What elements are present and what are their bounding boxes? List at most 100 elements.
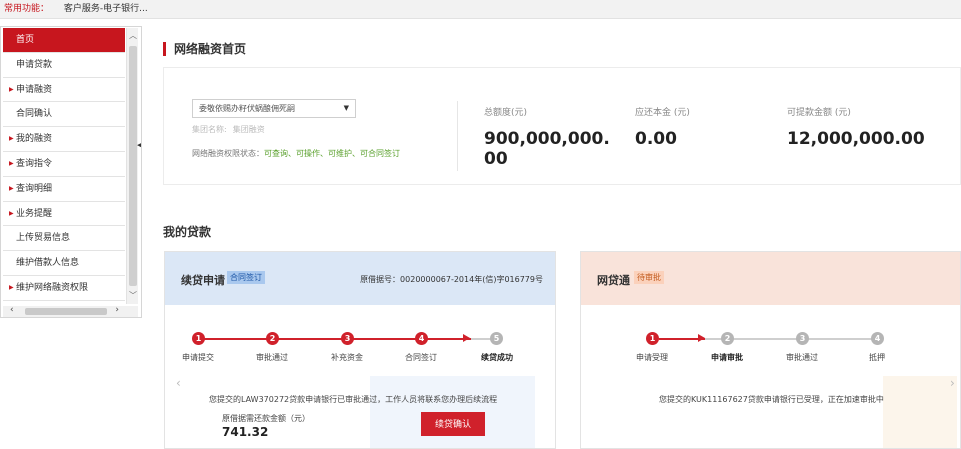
sidebar-item-label: 维护网络融资权限 [16, 282, 89, 293]
online-loan-card: 网贷通 待审批 1 2 3 4 申请受理 申请审批 审批通过 抵押 您提交的KU… [580, 251, 961, 449]
caret-down-icon: ▼ [343, 104, 349, 112]
sidebar-item-apply-financing[interactable]: ▶ 申请融资 [3, 77, 125, 103]
total-quota-label: 总额度(元) [484, 108, 528, 118]
sidebar-item-financing-permissions[interactable]: ▶ 维护网络融资权限 [3, 275, 125, 301]
step-dot: 3 [796, 332, 809, 345]
renewal-confirm-button[interactable]: 续贷确认 [421, 412, 485, 436]
group-name-label: 集团名称: [192, 125, 227, 134]
group-name: 集团名称: 集团融资 [192, 124, 265, 135]
sidebar-item-query-instructions[interactable]: ▶ 查询指令 [3, 151, 125, 177]
step-label: 申请受理 [636, 353, 668, 362]
chevron-left-icon[interactable]: ‹ [176, 376, 181, 390]
status-badge: 待审批 [634, 271, 664, 284]
principal-due-label: 应还本金 (元) [635, 108, 690, 118]
card-title: 续贷申请 [181, 274, 225, 287]
chevron-right-icon[interactable]: › [950, 376, 955, 390]
triangle-right-icon: ▶ [9, 283, 14, 291]
chevron-up-icon[interactable]: ︿ [127, 30, 139, 42]
step-dot: 4 [415, 332, 428, 345]
current-step-pointer-icon [698, 334, 705, 342]
sidebar-horizontal-scrollbar[interactable]: ‹ › [3, 305, 138, 317]
current-step-pointer-icon [463, 334, 470, 342]
quota-panel: 委敬依赐办籽伏蜗酿佣死嗣 ▼ 集团名称: 集团融资 网络融资权限状态：可查询、可操… [163, 67, 961, 185]
sidebar-item-apply-loan[interactable]: 申请贷款 [3, 52, 125, 78]
sidebar-item-label: 查询明细 [16, 183, 53, 194]
triangle-right-icon: ▶ [9, 184, 14, 192]
total-quota: 总额度(元) 900,000,000.00 [484, 105, 620, 169]
step-dot: 2 [266, 332, 279, 345]
step-label: 抵押 [869, 353, 885, 362]
common-functions-label: 常用功能： [4, 4, 50, 14]
permission-status: 网络融资权限状态：可查询、可操作、可维护、可合同签订 [192, 148, 400, 159]
triangle-right-icon: ▶ [9, 209, 14, 217]
select-value: 委敬依赐办籽伏蜗酿佣死嗣 [199, 104, 295, 113]
step-label: 申请审批 [711, 353, 743, 362]
step-dot: 4 [871, 332, 884, 345]
status-badge: 合同签订 [227, 271, 265, 284]
status-message: 您提交的KUK11167627贷款申请银行已受理，正在加速审批中 [659, 395, 884, 404]
chevron-right-icon[interactable]: › [115, 305, 119, 315]
sidebar-item-label: 申请融资 [16, 84, 53, 95]
sidebar-item-business-reminder[interactable]: ▶ 业务提醒 [3, 201, 125, 227]
sidebar-item-borrower-info[interactable]: 维护借款人信息 [3, 251, 125, 276]
my-loans-title: 我的贷款 [163, 225, 212, 239]
customer-select[interactable]: 委敬依赐办籽伏蜗酿佣死嗣 ▼ [192, 99, 356, 118]
sidebar-item-home[interactable]: 首页 [3, 28, 125, 53]
common-function-link[interactable]: 客户服务-电子银行... [64, 4, 148, 14]
divider [457, 101, 458, 171]
step-label: 续贷成功 [481, 353, 513, 362]
progress-steps: 1 2 3 4 申请受理 申请审批 审批通过 抵押 [581, 332, 960, 372]
sidebar-item-label: 我的融资 [16, 134, 53, 145]
step-dot: 3 [341, 332, 354, 345]
progress-steps: 1 2 3 4 5 申请提交 审批通过 补充资金 合同签订 续贷成功 [165, 332, 555, 372]
background-illustration [883, 376, 957, 448]
step-dot: 1 [192, 332, 205, 345]
card-header: 续贷申请 合同签订 原借据号：0020000067-2014年(信)字01677… [165, 252, 555, 305]
step-label: 审批通过 [786, 353, 818, 362]
available-amount: 可提款金额 (元) 12,000,000.00 [787, 105, 925, 149]
chevron-left-icon[interactable]: ‹ [10, 305, 14, 315]
step-dot: 5 [490, 332, 503, 345]
triangle-right-icon: ▶ [9, 135, 14, 143]
top-bar: 常用功能： 客户服务-电子银行... [0, 0, 961, 19]
sidebar-vertical-scrollbar[interactable]: ︿ ﹀ [126, 28, 138, 304]
sidebar: 首页 申请贷款 ▶ 申请融资 合同确认 ▶ 我的融资 ▶ 查询指令 ▶ 查询明细 ▶ 业务… [0, 26, 142, 318]
available-amount-value: 12,000,000.00 [787, 129, 925, 149]
repayment-amount-label: 原借据需还款金额（元） [222, 414, 310, 423]
permission-value: 可查询、可操作、可维护、可合同签订 [264, 149, 400, 158]
sidebar-item-label: 业务提醒 [16, 208, 53, 219]
sidebar-item-label: 上传贸易信息 [16, 233, 71, 244]
collapse-sidebar-icon[interactable]: ◀ [137, 141, 141, 149]
principal-due-value: 0.00 [635, 129, 677, 149]
scrollbar-thumb[interactable] [25, 308, 107, 315]
triangle-right-icon: ▶ [9, 159, 14, 167]
step-label: 审批通过 [256, 353, 288, 362]
group-name-value: 集团融资 [232, 125, 265, 134]
chevron-down-icon[interactable]: ﹀ [127, 290, 139, 302]
permission-label: 网络融资权限状态： [192, 149, 264, 158]
sidebar-item-query-details[interactable]: ▶ 查询明细 [3, 176, 125, 202]
step-label: 申请提交 [182, 353, 214, 362]
renewal-loan-card: 续贷申请 合同签订 原借据号：0020000067-2014年(信)字01677… [164, 251, 556, 449]
sidebar-item-label: 申请贷款 [16, 59, 53, 70]
available-amount-label: 可提款金额 (元) [787, 108, 851, 118]
principal-due: 应还本金 (元) 0.00 [635, 105, 690, 149]
repayment-amount: 741.32 [222, 425, 269, 439]
sidebar-item-contract-confirm[interactable]: 合同确认 [3, 102, 125, 128]
step-label: 补充资金 [331, 353, 363, 362]
total-quota-value: 900,000,000.00 [484, 129, 610, 169]
progress-line-done [199, 338, 471, 340]
page-title: 网络融资首页 [163, 42, 246, 56]
card-title: 网贷通 [597, 274, 630, 287]
sidebar-item-label: 合同确认 [16, 109, 53, 120]
scrollbar-thumb[interactable] [129, 46, 137, 286]
step-dot: 1 [646, 332, 659, 345]
sidebar-menu: 首页 申请贷款 ▶ 申请融资 合同确认 ▶ 我的融资 ▶ 查询指令 ▶ 查询明细 ▶ 业务… [3, 28, 125, 301]
step-dot: 2 [721, 332, 734, 345]
sidebar-item-label: 维护借款人信息 [16, 258, 80, 269]
step-label: 合同签订 [405, 353, 437, 362]
triangle-right-icon: ▶ [9, 85, 14, 93]
sidebar-item-upload-trade[interactable]: 上传贸易信息 [3, 226, 125, 252]
sidebar-item-my-financing[interactable]: ▶ 我的融资 [3, 127, 125, 152]
original-receipt-number: 原借据号：0020000067-2014年(信)字016779号 [360, 275, 543, 284]
